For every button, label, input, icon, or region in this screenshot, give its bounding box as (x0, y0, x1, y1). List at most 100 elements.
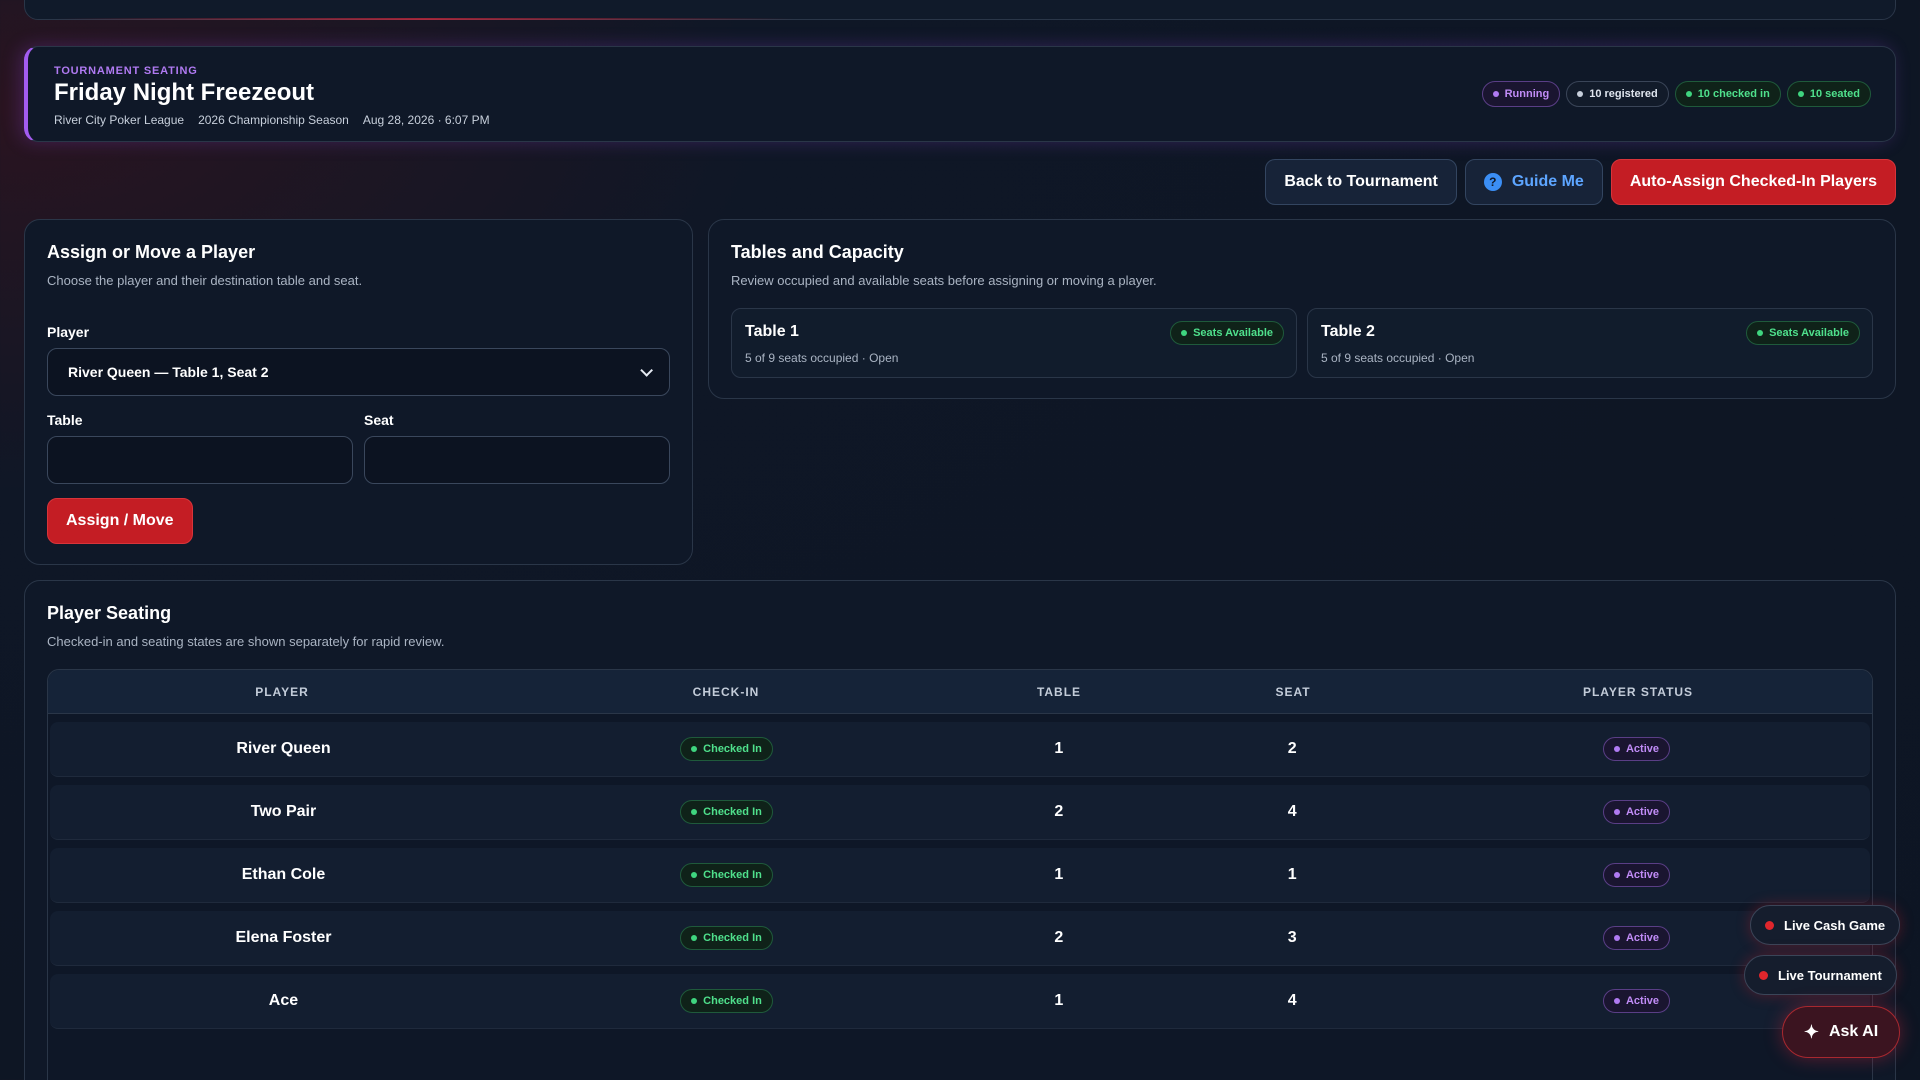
guide-me-button[interactable]: ? Guide Me (1464, 159, 1603, 205)
table-row[interactable]: Elena Foster Checked In 2 3 Active (50, 911, 1870, 966)
active-dot-icon (1613, 872, 1620, 878)
column-header-check-in[interactable]: CHECK-IN (516, 685, 936, 699)
event-datetime: Aug 28, 2026 · 6:07 PM (362, 113, 490, 127)
header-meta: River City Poker League 2026 Championshi… (54, 113, 490, 127)
table-number: 2 (1054, 929, 1064, 946)
checkin-dot-icon (691, 935, 698, 941)
checkin-dot-icon (691, 872, 698, 878)
checked-in-badge: 10 checked in (1674, 81, 1781, 107)
checked-in-badge: Checked In (680, 926, 773, 950)
table-row[interactable]: Ethan Cole Checked In 1 1 Active (50, 848, 1870, 903)
table-header: PLAYER CHECK-IN TABLE SEAT PLAYER STATUS (48, 670, 1872, 714)
seating-panel-title: Player Seating (47, 603, 172, 623)
table-row[interactable]: River Queen Checked In 1 2 Active (50, 722, 1870, 777)
seat-number: 1 (1287, 866, 1297, 883)
table-summary: 5 of 9 seats occupied · Open (1321, 351, 1475, 365)
page-title: Friday Night Freezeout (54, 79, 315, 106)
table-number: 1 (1054, 740, 1064, 757)
table-row[interactable]: Ace Checked In 1 4 Active (50, 974, 1870, 1029)
active-badge: Active (1602, 800, 1671, 824)
table-input[interactable] (47, 436, 353, 484)
registered-dot-icon (1577, 91, 1584, 97)
player-select[interactable]: River Queen — Table 1, Seat 2 (47, 348, 670, 396)
column-header-player-status[interactable]: PLAYER STATUS (1404, 685, 1872, 699)
tables-capacity-panel: Tables and Capacity Review occupied and … (708, 219, 1896, 399)
checked-in-badge: Checked In (680, 863, 773, 887)
active-badge: Active (1602, 926, 1671, 950)
table-summary: 5 of 9 seats occupied · Open (745, 351, 899, 365)
checked-in-badge: Checked In (680, 989, 773, 1013)
checked-in-dot-icon (1685, 91, 1692, 97)
assign-panel-title: Assign or Move a Player (47, 242, 256, 262)
active-badge: Active (1602, 863, 1671, 887)
player-name: Elena Foster (235, 929, 332, 946)
help-icon: ? (1483, 173, 1502, 191)
header-eyebrow: TOURNAMENT SEATING (54, 65, 198, 77)
player-seating-table: PLAYER CHECK-IN TABLE SEAT PLAYER STATUS… (47, 669, 1873, 1080)
seat-number: 4 (1287, 803, 1297, 820)
back-to-tournament-button[interactable]: Back to Tournament (1265, 159, 1457, 205)
season-name: 2026 Championship Season (198, 113, 349, 127)
status-badge: Running (1481, 81, 1561, 107)
active-dot-icon (1613, 998, 1620, 1004)
availability-dot-icon (1181, 330, 1188, 336)
assign-panel-subtitle: Choose the player and their destination … (47, 273, 363, 288)
table-number: 2 (1054, 803, 1064, 820)
seats-available-badge: Seats Available (1170, 321, 1284, 345)
table-card-2: Table 2 5 of 9 seats occupied · Open Sea… (1307, 308, 1873, 378)
checkin-dot-icon (691, 809, 698, 815)
player-name: Ace (268, 992, 299, 1009)
active-dot-icon (1613, 935, 1620, 941)
live-cash-game-button[interactable]: Live Cash Game (1750, 905, 1901, 945)
league-name: River City Poker League (54, 113, 185, 127)
action-bar: Back to Tournament ? Guide Me Auto-Assig… (1265, 159, 1896, 205)
registered-badge: 10 registered (1566, 81, 1669, 107)
column-header-seat[interactable]: SEAT (1182, 685, 1404, 699)
table-row[interactable]: Two Pair Checked In 2 4 Active (50, 785, 1870, 840)
active-dot-icon (1613, 809, 1620, 815)
player-name: Ethan Cole (241, 866, 326, 883)
column-header-table[interactable]: TABLE (936, 685, 1182, 699)
checkin-dot-icon (691, 746, 698, 752)
seated-badge: 10 seated (1786, 81, 1871, 107)
seat-number: 4 (1287, 992, 1297, 1009)
player-name: Two Pair (250, 803, 317, 820)
player-name: River Queen (236, 740, 331, 757)
checked-in-badge: Checked In (680, 800, 773, 824)
availability-dot-icon (1757, 330, 1764, 336)
tournament-header: TOURNAMENT SEATING Friday Night Freezeou… (24, 46, 1896, 142)
table-name: Table 1 (745, 323, 799, 340)
top-panel-edge (24, 0, 1896, 20)
seating-panel-subtitle: Checked-in and seating states are shown … (47, 634, 445, 649)
ask-ai-button[interactable]: ✦ Ask AI (1782, 1006, 1900, 1058)
player-seating-panel: Player Seating Checked-in and seating st… (24, 580, 1896, 1080)
column-header-player[interactable]: PLAYER (48, 685, 516, 699)
table-name: Table 2 (1321, 323, 1375, 340)
active-badge: Active (1602, 737, 1671, 761)
table-card-1: Table 1 5 of 9 seats occupied · Open Sea… (731, 308, 1297, 378)
table-number: 1 (1054, 992, 1064, 1009)
live-dot-icon (1759, 970, 1768, 980)
tables-panel-title: Tables and Capacity (731, 242, 904, 262)
live-tournament-button[interactable]: Live Tournament (1744, 955, 1897, 995)
assign-move-panel: Assign or Move a Player Choose the playe… (24, 219, 693, 565)
seat-input[interactable] (364, 436, 670, 484)
active-badge: Active (1602, 989, 1671, 1013)
tables-panel-subtitle: Review occupied and available seats befo… (731, 273, 1157, 288)
table-label: Table (47, 412, 83, 428)
auto-assign-button[interactable]: Auto-Assign Checked-In Players (1610, 159, 1896, 205)
chevron-down-icon (640, 363, 653, 377)
seated-dot-icon (1797, 91, 1804, 97)
assign-move-button[interactable]: Assign / Move (47, 498, 193, 544)
live-dot-icon (1765, 920, 1774, 930)
active-dot-icon (1613, 746, 1620, 752)
seat-number: 2 (1287, 740, 1297, 757)
header-badges: Running 10 registered 10 checked in 10 s… (1481, 81, 1871, 107)
seat-number: 3 (1287, 929, 1297, 946)
checked-in-badge: Checked In (680, 737, 773, 761)
player-label: Player (47, 324, 90, 340)
table-number: 1 (1054, 866, 1064, 883)
checkin-dot-icon (691, 998, 698, 1004)
sparkle-icon: ✦ (1803, 1021, 1819, 1042)
seats-available-badge: Seats Available (1746, 321, 1860, 345)
